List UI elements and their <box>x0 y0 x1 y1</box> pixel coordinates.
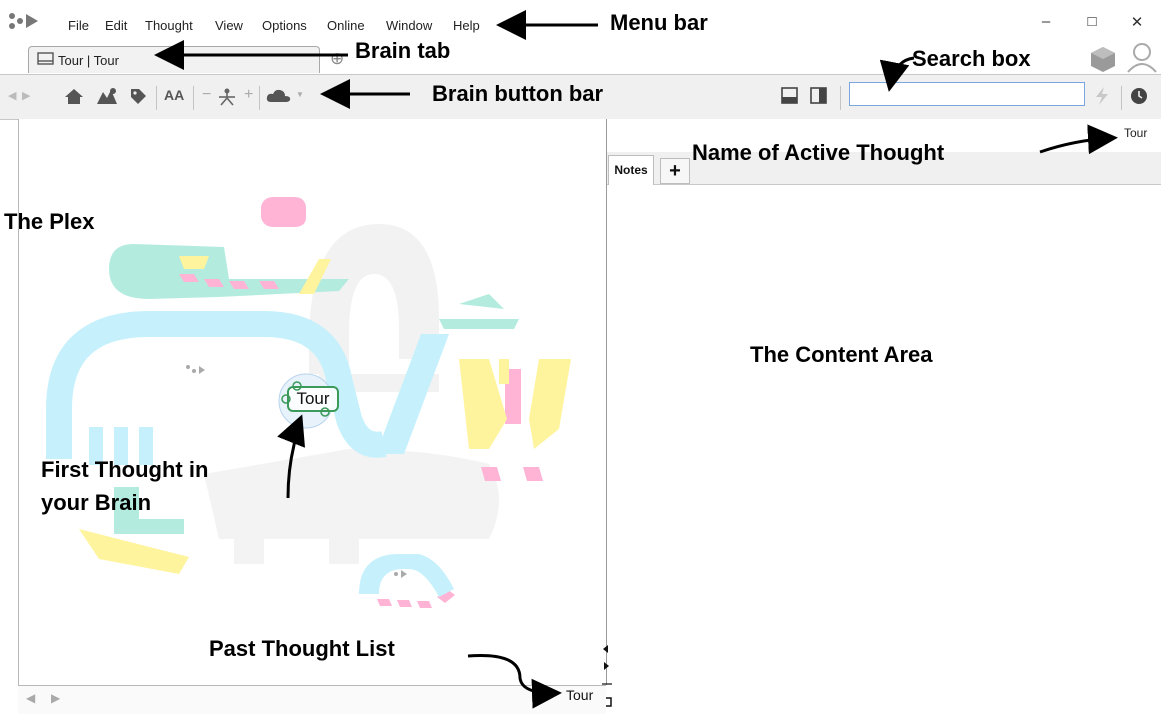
annotation-arrows <box>154 10 1118 709</box>
arrow-first-thought <box>277 414 306 499</box>
arrow-past-thought-list <box>467 653 562 709</box>
arrow-active-thought <box>1039 124 1118 155</box>
arrow-search-box <box>879 56 915 92</box>
